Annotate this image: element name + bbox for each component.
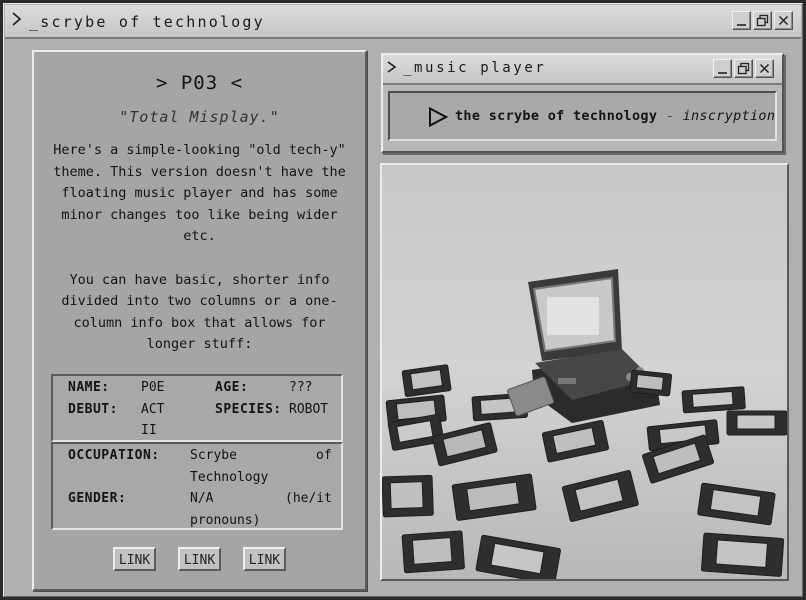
close-icon	[779, 16, 788, 25]
link-button-3[interactable]: LINK	[242, 547, 287, 571]
minimize-icon	[718, 72, 727, 74]
track-artist: inscryption	[682, 108, 776, 124]
species-label: SPECIES:	[215, 402, 282, 417]
species-value: ROBOT	[289, 402, 329, 417]
restore-icon	[737, 62, 750, 75]
music-player-title-bar[interactable]: _music player	[383, 55, 782, 85]
gender-label: GENDER:	[68, 491, 127, 506]
name-label: NAME:	[68, 380, 110, 395]
info-box-two-column: NAME: P0E AGE: ??? DEBUT: ACT II SPECIES…	[51, 374, 343, 442]
window-title: _scrybe of technology	[29, 13, 265, 31]
main-window-frame: _scrybe of technology > P03 < "Total Mis…	[3, 3, 803, 597]
photo-handheld-console-image	[382, 165, 787, 579]
music-player-body: the scrybe of technology - inscryption	[388, 91, 777, 141]
minimize-icon	[737, 24, 746, 26]
link-button-2[interactable]: LINK	[177, 547, 222, 571]
age-value: ???	[289, 380, 313, 395]
window-controls	[732, 11, 793, 30]
terminal-prompt-icon	[12, 12, 22, 26]
track-title: the scrybe of technology	[455, 108, 658, 124]
terminal-prompt-icon	[387, 61, 397, 73]
occupation-value-word: of	[316, 448, 332, 463]
profile-code: > P03 <	[155, 72, 244, 94]
info-box-one-column: OCCUPATION: Scrybe of Technology GENDER:…	[51, 442, 343, 530]
minimize-button[interactable]	[713, 59, 732, 78]
link-row: LINK LINK LINK	[34, 547, 365, 571]
minimize-button[interactable]	[732, 11, 751, 30]
close-icon	[760, 64, 769, 73]
music-player-title: _music player	[403, 60, 547, 76]
occupation-value: Scrybe	[190, 448, 237, 463]
occupation-label: OCCUPATION:	[68, 448, 160, 463]
play-icon[interactable]	[428, 107, 448, 127]
description-paragraph: Here's a simple-looking "old tech-y" the…	[53, 142, 346, 245]
close-button[interactable]	[755, 59, 774, 78]
title-bar[interactable]: _scrybe of technology	[5, 5, 801, 39]
gender-value-cont: pronouns)	[190, 513, 261, 528]
maximize-button[interactable]	[753, 11, 772, 30]
debut-value-cont: II	[141, 423, 157, 438]
debut-label: DEBUT:	[68, 402, 118, 417]
description-paragraph: You can have basic, shorter info divided…	[61, 271, 338, 353]
track-info: the scrybe of technology - inscryption	[455, 108, 775, 124]
link-button-1[interactable]: LINK	[112, 547, 157, 571]
maximize-button[interactable]	[734, 59, 753, 78]
track-separator: -	[657, 108, 683, 124]
gender-value-word: (he/it	[285, 491, 332, 506]
age-label: AGE:	[215, 380, 249, 395]
restore-icon	[756, 14, 769, 27]
profile-quote: "Total Misplay."	[119, 108, 280, 126]
profile-panel: > P03 < "Total Misplay." Here's a simple…	[32, 50, 367, 591]
music-player-window: _music player the scrybe of technology -…	[381, 53, 784, 153]
music-player-controls	[713, 59, 774, 78]
name-value: P0E	[141, 380, 165, 395]
occupation-value-cont: Technology	[190, 470, 269, 485]
main-window: _scrybe of technology > P03 < "Total Mis…	[0, 0, 806, 600]
debut-value: ACT	[141, 402, 165, 417]
gender-value: N/A	[190, 491, 214, 506]
profile-photo	[380, 163, 789, 581]
profile-description: Here's a simple-looking "old tech-y" the…	[50, 140, 349, 356]
close-button[interactable]	[774, 11, 793, 30]
